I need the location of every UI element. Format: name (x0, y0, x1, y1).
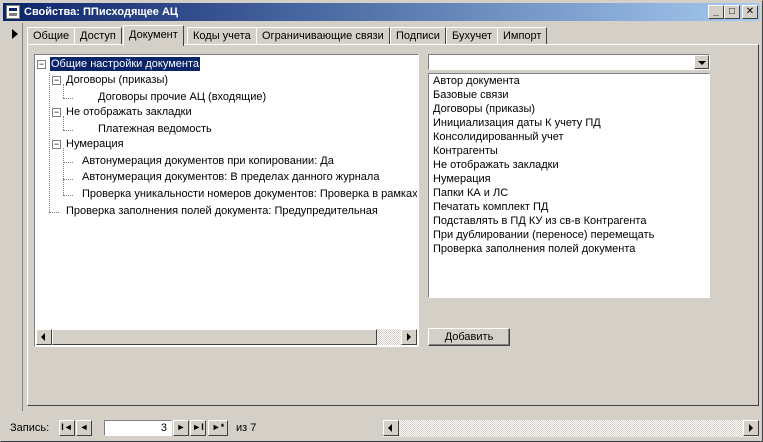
tab-general[interactable]: Общие (27, 27, 76, 45)
tree-node-hide-tabs[interactable]: Не отображать закладки (66, 105, 192, 119)
scroll-left-button[interactable] (36, 329, 52, 345)
tree-node-unique-check[interactable]: Проверка уникальности номеров документов… (82, 187, 417, 201)
scroll-thumb[interactable] (52, 329, 377, 345)
collapse-icon[interactable]: − (52, 108, 61, 117)
list-item[interactable]: Консолидированный учет (429, 130, 709, 144)
previous-record-button[interactable]: ◄ (76, 420, 92, 436)
tree-line (63, 195, 73, 196)
list-item[interactable]: Нумерация (429, 172, 709, 186)
record-count: из 7 (236, 422, 257, 434)
available-settings-list[interactable]: Автор документа Базовые связи Договоры (… (428, 73, 710, 298)
tree-line (63, 98, 73, 99)
tree-content: − Общие настройки документа − Договоры (… (36, 56, 417, 330)
settings-tree[interactable]: − Общие настройки документа − Договоры (… (34, 54, 419, 347)
list-item[interactable]: Проверка заполнения полей документа (429, 242, 709, 256)
tree-node-contracts[interactable]: Договоры (приказы) (66, 73, 168, 87)
tree-node-numbering[interactable]: Нумерация (66, 137, 124, 151)
record-navigation-bar: Запись: I◄ ◄ 3 ► ►I ►* из 7 (3, 419, 760, 438)
tree-line (49, 212, 59, 213)
last-record-button[interactable]: ►I (190, 420, 206, 436)
scroll-right-button[interactable] (743, 420, 759, 436)
title-bar[interactable]: Свойства: ППисходящее АЦ _ □ ✕ (3, 3, 760, 21)
list-item[interactable]: Подставлять в ПД КУ из св-в Контрагента (429, 214, 709, 228)
tree-node-other-contracts[interactable]: Договоры прочие АЦ (входящие) (98, 90, 266, 104)
tab-restricting-links[interactable]: Ограничивающие связи (256, 27, 390, 45)
collapse-icon[interactable]: − (52, 140, 61, 149)
tree-node-autonumber-copy[interactable]: Автонумерация документов при копировании… (82, 154, 334, 168)
tree-line (63, 162, 73, 163)
tree-line (63, 116, 64, 130)
collapse-icon[interactable]: − (37, 60, 46, 69)
list-item[interactable]: Не отображать закладки (429, 158, 709, 172)
tab-import[interactable]: Импорт (497, 27, 548, 45)
current-record-arrow-icon (12, 29, 18, 39)
form-icon (6, 5, 20, 19)
record-number-input[interactable]: 3 (104, 420, 172, 436)
list-item[interactable]: Инициализация даты К учету ПД (429, 116, 709, 130)
new-record-button[interactable]: ►* (208, 420, 228, 436)
scroll-left-button[interactable] (383, 420, 399, 436)
tree-line (63, 130, 73, 131)
scroll-right-button[interactable] (401, 329, 417, 345)
properties-window: Свойства: ППисходящее АЦ _ □ ✕ Общие Дос… (0, 0, 763, 442)
list-item[interactable]: Автор документа (429, 74, 709, 88)
list-item[interactable]: При дублировании (переносе) перемещать (429, 228, 709, 242)
tab-access[interactable]: Доступ (74, 27, 122, 45)
tree-line (63, 179, 73, 180)
settings-combo[interactable] (428, 54, 710, 70)
close-button[interactable]: ✕ (742, 5, 758, 19)
tree-line (63, 84, 64, 98)
list-item[interactable]: Базовые связи (429, 88, 709, 102)
window-title: Свойства: ППисходящее АЦ (24, 6, 178, 18)
list-item[interactable]: Папки КА и ЛС (429, 186, 709, 200)
tree-node-field-check[interactable]: Проверка заполнения полей документа: Пре… (66, 204, 378, 218)
tree-node-payroll[interactable]: Платежная ведомость (98, 122, 212, 136)
arrow-right-icon (407, 333, 411, 341)
add-button[interactable]: Добавить (428, 328, 510, 346)
combo-dropdown-button[interactable] (694, 55, 709, 69)
tab-accounting[interactable]: Бухучет (446, 27, 498, 45)
tab-signatures[interactable]: Подписи (390, 27, 446, 45)
record-selector[interactable] (3, 23, 23, 411)
tree-node-autonumber-journal[interactable]: Автонумерация документов: В пределах дан… (82, 170, 379, 184)
arrow-right-icon (749, 424, 753, 432)
chevron-down-icon (698, 61, 706, 65)
form-horizontal-scrollbar[interactable] (383, 420, 759, 437)
list-item[interactable]: Контрагенты (429, 144, 709, 158)
first-record-button[interactable]: I◄ (59, 420, 75, 436)
tree-line (49, 69, 50, 212)
collapse-icon[interactable]: − (52, 76, 61, 85)
maximize-button[interactable]: □ (724, 5, 740, 19)
list-item[interactable]: Договоры (приказы) (429, 102, 709, 116)
next-record-button[interactable]: ► (173, 420, 189, 436)
tree-node-general-settings[interactable]: Общие настройки документа (49, 56, 201, 72)
tab-account-codes[interactable]: Коды учета (187, 27, 257, 45)
record-label: Запись: (10, 422, 50, 434)
list-item[interactable]: Печатать комплект ПД (429, 200, 709, 214)
arrow-left-icon (41, 333, 45, 341)
tab-document[interactable]: Документ (123, 25, 184, 46)
tree-horizontal-scrollbar[interactable] (36, 329, 417, 345)
minimize-button[interactable]: _ (708, 5, 724, 19)
arrow-left-icon (388, 424, 392, 432)
tree-line (63, 148, 64, 195)
